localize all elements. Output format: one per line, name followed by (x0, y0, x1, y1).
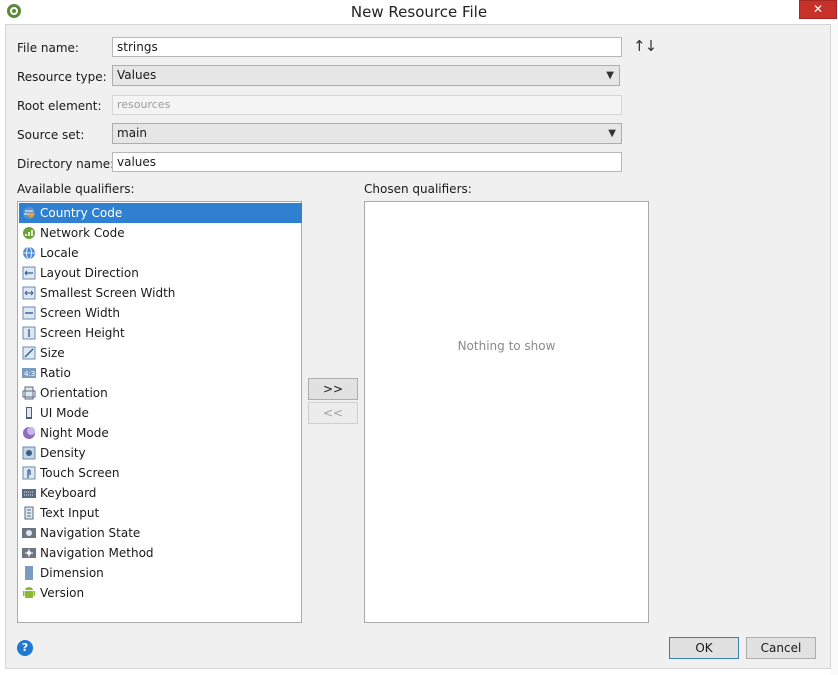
file-name-input[interactable]: strings (112, 37, 622, 57)
resource-type-value: Values (117, 68, 157, 82)
qualifier-item-night-mode[interactable]: Night Mode (19, 423, 302, 443)
qualifier-label: Dimension (40, 566, 104, 580)
help-icon[interactable]: ? (17, 640, 33, 656)
qualifier-label: Country Code (40, 206, 123, 220)
qualifier-item-network-code[interactable]: Network Code (19, 223, 302, 243)
qualifier-label: Network Code (40, 226, 125, 240)
qualifier-label: Screen Width (40, 306, 120, 320)
source-set-value: main (117, 126, 147, 140)
qualifier-label: Size (40, 346, 65, 360)
dimension-icon (25, 566, 33, 580)
qualifier-item-touch-screen[interactable]: Touch Screen (19, 463, 302, 483)
qualifier-item-orientation[interactable]: Orientation (19, 383, 302, 403)
root-element-input: resources (112, 95, 622, 115)
resource-type-label: Resource type: (17, 70, 107, 84)
smallest-width-icon (22, 286, 36, 300)
qualifier-item-version[interactable]: Version (19, 583, 302, 603)
qualifier-item-ui-mode[interactable]: UI Mode (19, 403, 302, 423)
text-input-icon (24, 506, 34, 520)
cancel-button[interactable]: Cancel (746, 637, 816, 659)
keyboard-icon (22, 489, 36, 498)
empty-state-text: Nothing to show (457, 339, 556, 353)
qualifier-label: Navigation State (40, 526, 141, 540)
qualifier-item-smallest-screen-width[interactable]: Smallest Screen Width (19, 283, 302, 303)
qualifier-item-navigation-method[interactable]: Navigation Method (19, 543, 302, 563)
qualifier-item-navigation-state[interactable]: Navigation State (19, 523, 302, 543)
directory-name-label: Directory name: (17, 157, 115, 171)
qualifier-item-dimension[interactable]: Dimension (19, 563, 302, 583)
window-title: New Resource File (350, 3, 488, 21)
window-edge (831, 24, 838, 675)
signal-icon (23, 227, 35, 239)
qualifier-label: Orientation (40, 386, 108, 400)
close-button[interactable]: ✕ (799, 0, 837, 19)
ratio-icon: 4:3 (22, 368, 36, 378)
screen-height-icon (22, 326, 36, 340)
qualifier-label: Keyboard (40, 486, 97, 500)
qualifier-label: Layout Direction (40, 266, 139, 280)
qualifier-item-text-input[interactable]: Text Input (19, 503, 302, 523)
touch-icon (22, 466, 36, 480)
qualifier-item-country-code[interactable]: Country Code (19, 203, 302, 223)
qualifier-item-locale[interactable]: Locale (19, 243, 302, 263)
remove-qualifier-button[interactable]: << (308, 402, 358, 424)
ok-button[interactable]: OK (669, 637, 739, 659)
source-set-select[interactable]: main ▼ (112, 123, 622, 144)
svg-text:4:3: 4:3 (24, 370, 35, 378)
android-icon (23, 587, 35, 598)
qualifier-item-size[interactable]: Size (19, 343, 302, 363)
file-name-label: File name: (17, 41, 79, 55)
qualifier-label: Locale (40, 246, 79, 260)
chosen-qualifiers-list[interactable]: Nothing to show (364, 201, 649, 623)
qualifier-label: Smallest Screen Width (40, 286, 176, 300)
source-set-label: Source set: (17, 128, 85, 142)
globe-icon (23, 246, 35, 260)
moon-icon (23, 427, 35, 439)
root-element-label: Root element: (17, 99, 102, 113)
qualifier-label: Navigation Method (40, 546, 154, 560)
resource-type-select[interactable]: Values ▼ (112, 65, 620, 86)
qualifier-item-screen-height[interactable]: Screen Height (19, 323, 302, 343)
chevron-down-icon: ▼ (608, 128, 616, 139)
qualifier-item-ratio[interactable]: 4:3 Ratio (19, 363, 302, 383)
layout-direction-icon (22, 266, 36, 280)
navigation-state-icon (22, 528, 36, 538)
qualifier-label: Version (40, 586, 85, 600)
chosen-qualifiers-label: Chosen qualifiers: (364, 182, 472, 196)
available-qualifiers-list[interactable]: Country Code Network Code Locale Layout Dir… (17, 201, 302, 623)
add-qualifier-button[interactable]: >> (308, 378, 358, 400)
qualifier-label: Night Mode (40, 426, 109, 440)
qualifier-label: Density (40, 446, 86, 460)
qualifier-label: UI Mode (40, 406, 89, 420)
chevron-down-icon: ▼ (606, 70, 614, 81)
navigation-method-icon (22, 548, 36, 558)
qualifier-label: Screen Height (40, 326, 125, 340)
qualifier-label: Ratio (40, 366, 71, 380)
qualifier-label: Text Input (40, 506, 100, 520)
qualifier-item-density[interactable]: Density (19, 443, 302, 463)
ui-mode-icon (26, 407, 32, 419)
size-icon (22, 346, 36, 360)
available-qualifiers-label: Available qualifiers: (17, 182, 135, 196)
qualifier-item-keyboard[interactable]: Keyboard (19, 483, 302, 503)
screen-width-icon (22, 306, 36, 320)
qualifier-item-layout-direction[interactable]: Layout Direction (19, 263, 302, 283)
qualifier-item-screen-width[interactable]: Screen Width (19, 303, 302, 323)
sort-icon[interactable]: ↑↓ (633, 37, 657, 55)
density-icon (22, 446, 36, 460)
title-bar: New Resource File ✕ (0, 0, 838, 24)
orientation-icon (22, 386, 36, 400)
qualifier-label: Touch Screen (40, 466, 120, 480)
directory-name-input[interactable]: values (112, 152, 622, 172)
globe-pin-icon (23, 207, 35, 219)
